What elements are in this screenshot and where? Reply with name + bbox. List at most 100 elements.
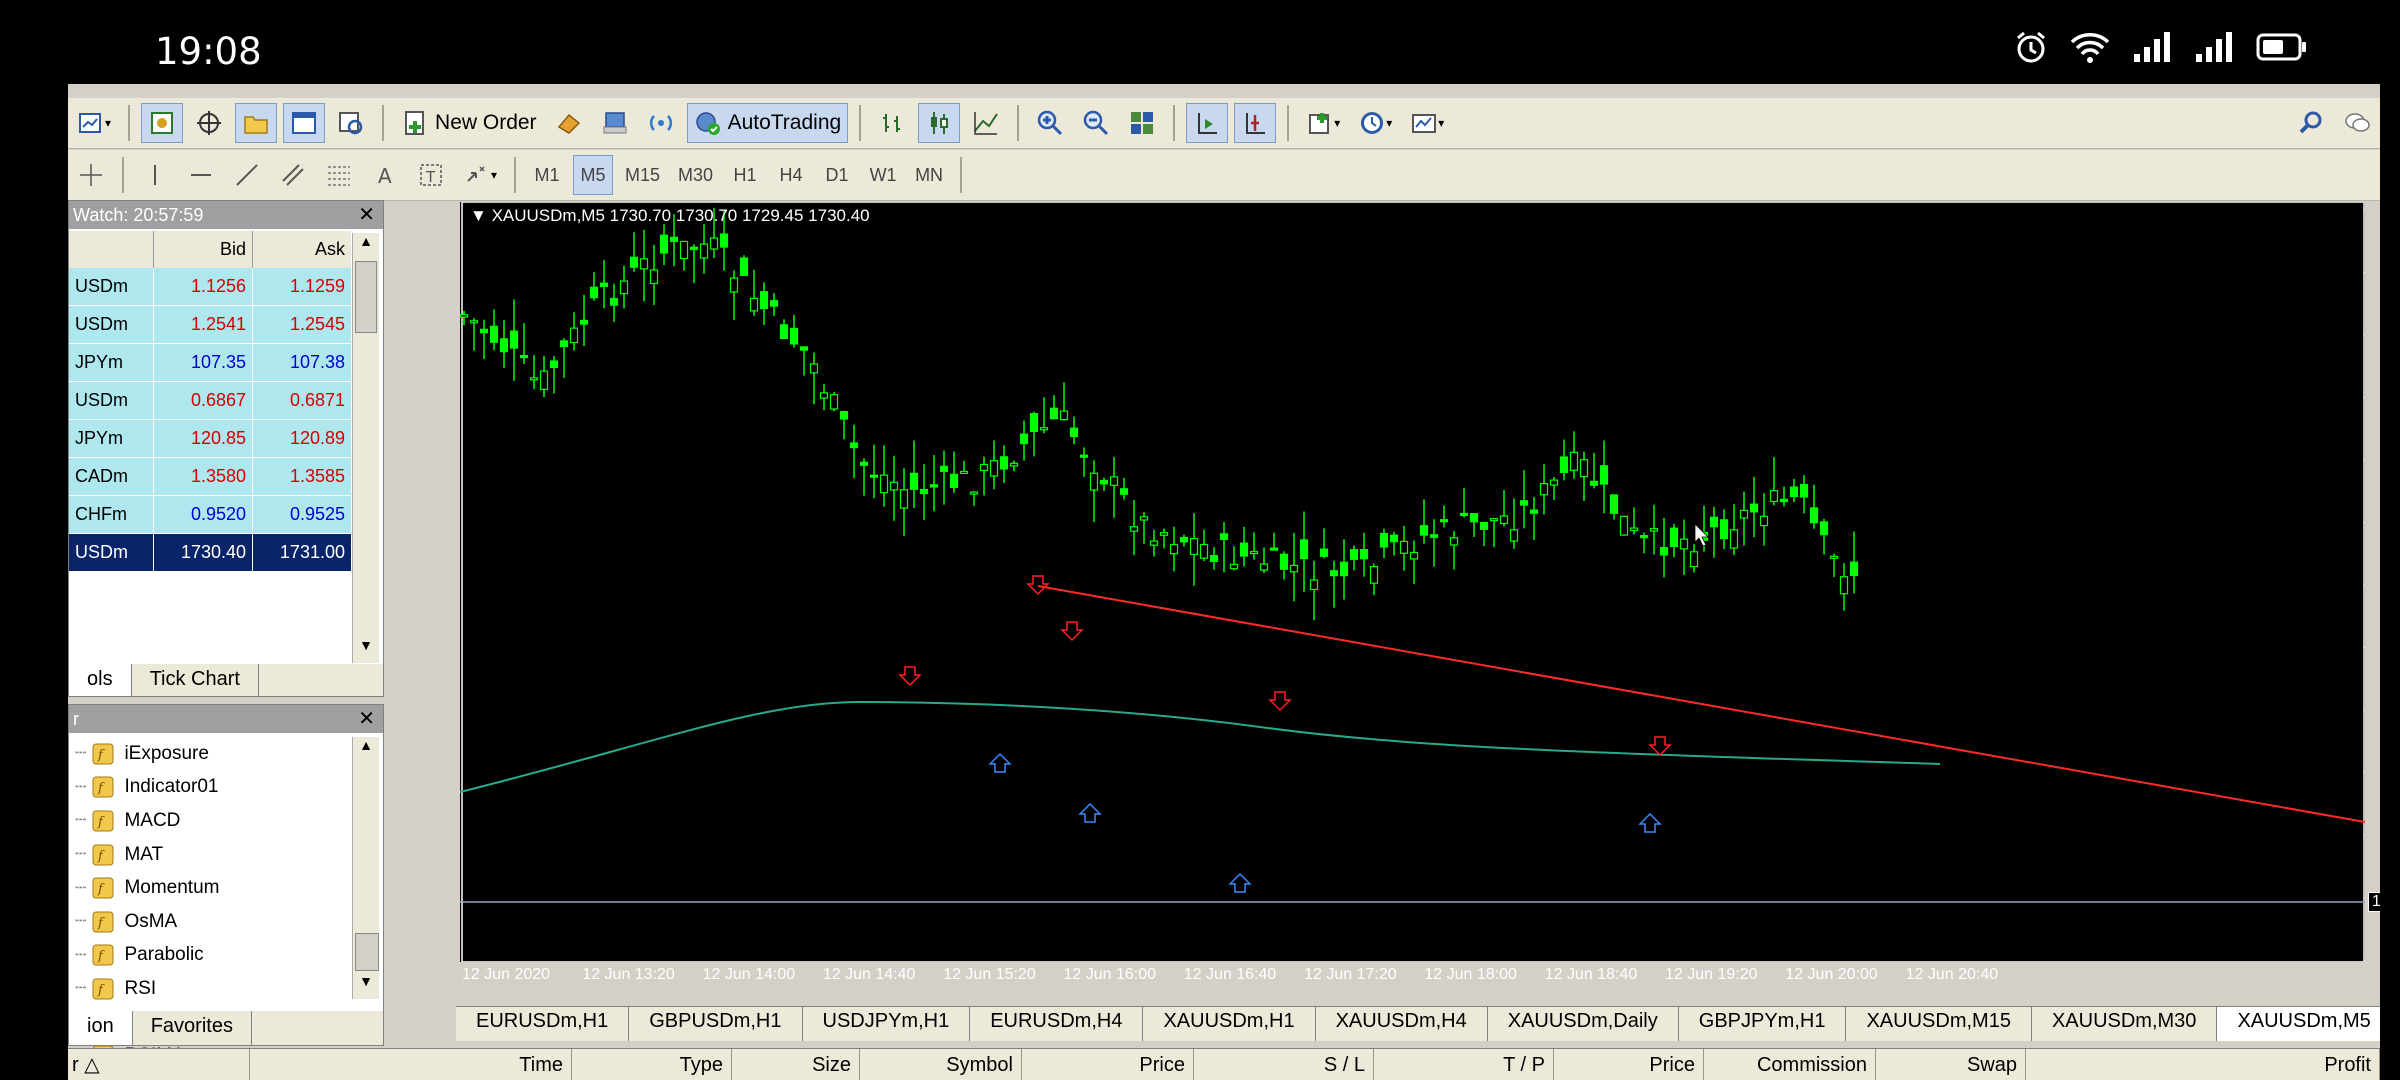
- scroll-thumb[interactable]: [355, 261, 377, 333]
- price-chart[interactable]: 1743.601742.351741.101739.851738.601737.…: [460, 202, 2380, 983]
- crosshair-tool[interactable]: [71, 155, 111, 195]
- chart-tab[interactable]: GBPJPYm,H1: [1679, 1007, 1847, 1041]
- channel-tool[interactable]: [273, 155, 313, 195]
- market-watch-row[interactable]: USDm 0.6867 0.6871: [69, 381, 351, 420]
- signals-button[interactable]: [641, 103, 681, 143]
- close-icon[interactable]: ✕: [358, 201, 375, 229]
- market-watch-row[interactable]: USDm 1.2541 1.2545: [69, 305, 351, 344]
- autotrading-button[interactable]: AutoTrading: [686, 103, 849, 143]
- text-label-tool[interactable]: T: [411, 155, 451, 195]
- market-watch-row[interactable]: JPYm 107.35 107.38: [69, 343, 351, 382]
- market-watch-row[interactable]: USDm 1730.40 1731.00: [69, 533, 351, 572]
- tile-windows-button[interactable]: [1122, 103, 1162, 143]
- metaeditor-button[interactable]: [549, 103, 589, 143]
- chart-shift-button[interactable]: [1234, 103, 1277, 143]
- navigator-toggle[interactable]: [235, 103, 278, 143]
- chart-tab[interactable]: USDJPYm,H1: [803, 1007, 971, 1041]
- scroll-down-arrow[interactable]: ▼: [353, 973, 379, 999]
- terminal-column-header[interactable]: Type: [572, 1049, 732, 1080]
- data-window-toggle[interactable]: [189, 103, 229, 143]
- zoom-in-button[interactable]: [1030, 103, 1070, 143]
- vertical-line-tool[interactable]: [135, 155, 175, 195]
- navigator-item[interactable]: ┄ f RSI: [69, 972, 351, 1006]
- scroll-down-arrow[interactable]: ▼: [353, 637, 379, 663]
- timeframe-M1[interactable]: M1: [527, 155, 567, 195]
- fibonacci-tool[interactable]: [319, 155, 359, 195]
- navigator-item[interactable]: ┄ f Momentum: [69, 871, 351, 905]
- chart-tab[interactable]: XAUUSDm,H4: [1316, 1007, 1488, 1041]
- close-icon[interactable]: ✕: [358, 705, 375, 733]
- terminal-toggle[interactable]: [283, 103, 326, 143]
- trendline-tool[interactable]: [227, 155, 267, 195]
- chart-tab[interactable]: GBPUSDm,H1: [629, 1007, 803, 1041]
- navigator-scrollbar[interactable]: ▲ ▼: [352, 737, 379, 999]
- tab-symbols[interactable]: ols: [69, 664, 132, 696]
- timeframe-W1[interactable]: W1: [863, 155, 903, 195]
- chat-button[interactable]: [2337, 103, 2377, 143]
- timeframe-MN[interactable]: MN: [909, 155, 949, 195]
- terminal-column-header[interactable]: Swap: [1876, 1049, 2026, 1080]
- terminal-column-header[interactable]: S / L: [1194, 1049, 1374, 1080]
- zoom-out-button[interactable]: [1076, 103, 1116, 143]
- horizontal-line-tool[interactable]: [181, 155, 221, 195]
- market-watch-row[interactable]: CHFm 0.9520 0.9525: [69, 495, 351, 534]
- timeframe-M5[interactable]: M5: [573, 155, 614, 195]
- tab-tick-chart[interactable]: Tick Chart: [132, 664, 259, 696]
- navigator-item[interactable]: ┄ f Parabolic: [69, 939, 351, 973]
- community-button[interactable]: [595, 103, 635, 143]
- indicators-button[interactable]: ▾: [1300, 103, 1346, 143]
- timeframe-H4[interactable]: H4: [771, 155, 811, 195]
- new-chart-button[interactable]: ▾: [71, 103, 117, 143]
- chart-tab[interactable]: XAUUSDm,M30: [2032, 1007, 2218, 1041]
- terminal-column-header[interactable]: Size: [732, 1049, 860, 1080]
- scroll-thumb[interactable]: [355, 933, 379, 971]
- market-watch-toggle[interactable]: [141, 103, 184, 143]
- chart-tab[interactable]: XAUUSDm,M5: [2217, 1007, 2380, 1041]
- market-watch-row[interactable]: USDm 1.1256 1.1259: [69, 268, 351, 306]
- terminal-column-header[interactable]: Symbol: [860, 1049, 1022, 1080]
- templates-button[interactable]: ▾: [1404, 103, 1450, 143]
- search-button[interactable]: [2291, 103, 2331, 143]
- terminal-column-header[interactable]: r △: [68, 1049, 250, 1080]
- new-order-button[interactable]: New Order: [395, 103, 543, 143]
- line-chart-button[interactable]: [966, 103, 1006, 143]
- chart-tab[interactable]: XAUUSDm,M15: [1846, 1007, 2032, 1041]
- col-bid[interactable]: Bid: [153, 231, 254, 268]
- chart-canvas[interactable]: 1743.601742.351741.101739.851738.601737.…: [460, 202, 2365, 962]
- strategy-tester-toggle[interactable]: [331, 103, 371, 143]
- auto-scroll-button[interactable]: [1186, 103, 1229, 143]
- chart-tab[interactable]: XAUUSDm,H1: [1143, 1007, 1316, 1041]
- terminal-column-header[interactable]: Price: [1022, 1049, 1194, 1080]
- chart-tab[interactable]: XAUUSDm,Daily: [1488, 1007, 1679, 1041]
- scroll-up-arrow[interactable]: ▲: [353, 737, 379, 763]
- timeframe-M30[interactable]: M30: [672, 155, 719, 195]
- arrows-tool[interactable]: ▾: [457, 155, 503, 195]
- chart-tab[interactable]: EURUSDm,H1: [456, 1007, 630, 1041]
- timeframe-D1[interactable]: D1: [817, 155, 857, 195]
- terminal-column-header[interactable]: Price: [1554, 1049, 1704, 1080]
- timeframe-M15[interactable]: M15: [619, 155, 666, 195]
- text-tool[interactable]: A: [365, 155, 405, 195]
- navigator-item[interactable]: ┄ f OsMA: [69, 905, 351, 939]
- terminal-column-header[interactable]: Time: [250, 1049, 572, 1080]
- market-watch-scrollbar[interactable]: ▲ ▼: [352, 233, 379, 663]
- bar-chart-button[interactable]: [872, 103, 912, 143]
- scroll-up-arrow[interactable]: ▲: [353, 233, 379, 259]
- chart-menu-arrow-icon[interactable]: ▼: [470, 206, 492, 225]
- market-watch-row[interactable]: JPYm 120.85 120.89: [69, 419, 351, 458]
- terminal-column-header[interactable]: T / P: [1374, 1049, 1554, 1080]
- periods-button[interactable]: ▾: [1352, 103, 1398, 143]
- market-watch-row[interactable]: CADm 1.3580 1.3585: [69, 457, 351, 496]
- chart-tab[interactable]: EURUSDm,H4: [970, 1007, 1144, 1041]
- tab-favorites[interactable]: Favorites: [133, 1011, 252, 1045]
- terminal-column-header[interactable]: Commission: [1704, 1049, 1876, 1080]
- candlestick-button[interactable]: [918, 103, 961, 143]
- navigator-item[interactable]: ┄ f MAT: [69, 838, 351, 872]
- tab-common[interactable]: ion: [69, 1011, 133, 1045]
- terminal-column-header[interactable]: Profit: [2026, 1049, 2380, 1080]
- navigator-item[interactable]: ┄ f iExposure: [69, 737, 351, 771]
- navigator-item[interactable]: ┄ f Indicator01: [69, 771, 351, 805]
- col-ask[interactable]: Ask: [253, 231, 351, 268]
- navigator-item[interactable]: ┄ f MACD: [69, 804, 351, 838]
- timeframe-H1[interactable]: H1: [725, 155, 765, 195]
